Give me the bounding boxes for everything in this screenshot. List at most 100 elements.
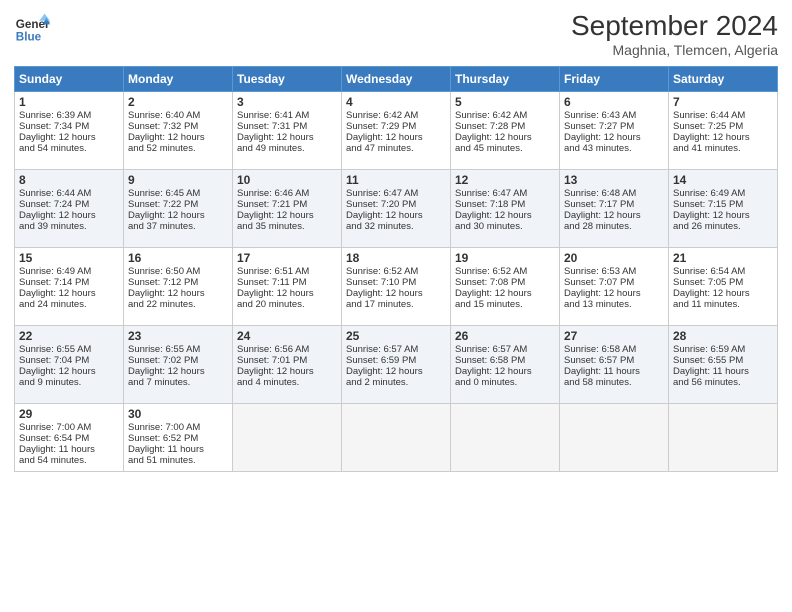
header-row: Sunday Monday Tuesday Wednesday Thursday… — [15, 67, 778, 92]
day-number: 20 — [564, 251, 664, 265]
day-number: 8 — [19, 173, 119, 187]
table-row: 24Sunrise: 6:56 AMSunset: 7:01 PMDayligh… — [233, 326, 342, 404]
day-info: Sunset: 7:15 PM — [673, 199, 743, 210]
day-number: 23 — [128, 329, 228, 343]
table-row: 2Sunrise: 6:40 AMSunset: 7:32 PMDaylight… — [124, 92, 233, 170]
day-info: and 17 minutes. — [346, 299, 414, 310]
day-info: and 30 minutes. — [455, 221, 523, 232]
day-info: Sunset: 7:20 PM — [346, 199, 416, 210]
table-row: 29Sunrise: 7:00 AMSunset: 6:54 PMDayligh… — [15, 404, 124, 472]
table-row: 15Sunrise: 6:49 AMSunset: 7:14 PMDayligh… — [15, 248, 124, 326]
day-number: 17 — [237, 251, 337, 265]
day-info: Sunrise: 6:40 AM — [128, 110, 200, 121]
col-wednesday: Wednesday — [342, 67, 451, 92]
day-info: Daylight: 12 hours — [19, 288, 96, 299]
day-info: Daylight: 12 hours — [564, 132, 641, 143]
table-row: 27Sunrise: 6:58 AMSunset: 6:57 PMDayligh… — [560, 326, 669, 404]
table-row — [451, 404, 560, 472]
day-info: Sunrise: 6:44 AM — [19, 188, 91, 199]
day-info: Sunrise: 6:54 AM — [673, 266, 745, 277]
day-info: Sunrise: 6:52 AM — [455, 266, 527, 277]
col-tuesday: Tuesday — [233, 67, 342, 92]
day-info: and 20 minutes. — [237, 299, 305, 310]
day-info: and 26 minutes. — [673, 221, 741, 232]
day-number: 10 — [237, 173, 337, 187]
day-info: Sunrise: 7:00 AM — [128, 422, 200, 433]
day-number: 15 — [19, 251, 119, 265]
table-row: 22Sunrise: 6:55 AMSunset: 7:04 PMDayligh… — [15, 326, 124, 404]
day-info: Daylight: 12 hours — [673, 132, 750, 143]
day-info: Sunset: 7:08 PM — [455, 277, 525, 288]
table-row: 18Sunrise: 6:52 AMSunset: 7:10 PMDayligh… — [342, 248, 451, 326]
day-info: and 9 minutes. — [19, 377, 81, 388]
day-info: and 2 minutes. — [346, 377, 408, 388]
table-row — [342, 404, 451, 472]
day-info: Sunrise: 6:56 AM — [237, 344, 309, 355]
table-row: 20Sunrise: 6:53 AMSunset: 7:07 PMDayligh… — [560, 248, 669, 326]
day-info: and 15 minutes. — [455, 299, 523, 310]
day-info: and 24 minutes. — [19, 299, 87, 310]
day-info: Sunrise: 6:57 AM — [455, 344, 527, 355]
day-info: Sunrise: 6:51 AM — [237, 266, 309, 277]
day-info: Daylight: 12 hours — [346, 210, 423, 221]
day-number: 28 — [673, 329, 773, 343]
day-info: Sunset: 6:55 PM — [673, 355, 743, 366]
day-info: Sunset: 6:59 PM — [346, 355, 416, 366]
day-info: and 35 minutes. — [237, 221, 305, 232]
day-info: Sunset: 7:07 PM — [564, 277, 634, 288]
day-number: 12 — [455, 173, 555, 187]
table-row — [669, 404, 778, 472]
day-number: 30 — [128, 407, 228, 421]
day-info: Daylight: 12 hours — [237, 288, 314, 299]
day-info: and 0 minutes. — [455, 377, 517, 388]
day-info: and 52 minutes. — [128, 143, 196, 154]
day-info: and 13 minutes. — [564, 299, 632, 310]
day-info: Sunrise: 6:44 AM — [673, 110, 745, 121]
day-info: Daylight: 12 hours — [237, 132, 314, 143]
day-info: Sunrise: 6:41 AM — [237, 110, 309, 121]
day-info: Daylight: 11 hours — [19, 444, 95, 455]
table-row: 9Sunrise: 6:45 AMSunset: 7:22 PMDaylight… — [124, 170, 233, 248]
day-info: Sunset: 7:11 PM — [237, 277, 307, 288]
day-info: Sunrise: 6:55 AM — [128, 344, 200, 355]
table-row: 5Sunrise: 6:42 AMSunset: 7:28 PMDaylight… — [451, 92, 560, 170]
table-row — [233, 404, 342, 472]
table-row: 23Sunrise: 6:55 AMSunset: 7:02 PMDayligh… — [124, 326, 233, 404]
header: General Blue September 2024 Maghnia, Tle… — [14, 10, 778, 58]
day-info: and 45 minutes. — [455, 143, 523, 154]
col-thursday: Thursday — [451, 67, 560, 92]
day-info: Sunrise: 6:47 AM — [455, 188, 527, 199]
day-info: Sunrise: 6:52 AM — [346, 266, 418, 277]
table-row: 12Sunrise: 6:47 AMSunset: 7:18 PMDayligh… — [451, 170, 560, 248]
day-info: Sunset: 7:05 PM — [673, 277, 743, 288]
day-info: Daylight: 12 hours — [19, 210, 96, 221]
day-info: Sunset: 7:14 PM — [19, 277, 89, 288]
day-info: Sunrise: 6:59 AM — [673, 344, 745, 355]
table-row: 21Sunrise: 6:54 AMSunset: 7:05 PMDayligh… — [669, 248, 778, 326]
day-info: Sunrise: 6:45 AM — [128, 188, 200, 199]
day-info: Daylight: 12 hours — [564, 210, 641, 221]
table-row: 3Sunrise: 6:41 AMSunset: 7:31 PMDaylight… — [233, 92, 342, 170]
day-number: 24 — [237, 329, 337, 343]
day-number: 26 — [455, 329, 555, 343]
day-info: Daylight: 12 hours — [128, 210, 205, 221]
day-number: 29 — [19, 407, 119, 421]
day-number: 16 — [128, 251, 228, 265]
day-info: Daylight: 11 hours — [673, 366, 749, 377]
day-info: and 58 minutes. — [564, 377, 632, 388]
day-info: Daylight: 12 hours — [346, 366, 423, 377]
day-info: Sunset: 7:24 PM — [19, 199, 89, 210]
day-info: Sunset: 7:01 PM — [237, 355, 307, 366]
day-number: 7 — [673, 95, 773, 109]
day-info: Daylight: 12 hours — [564, 288, 641, 299]
day-info: Daylight: 12 hours — [128, 288, 205, 299]
day-number: 22 — [19, 329, 119, 343]
day-number: 1 — [19, 95, 119, 109]
day-info: Sunset: 7:21 PM — [237, 199, 307, 210]
day-info: Daylight: 12 hours — [19, 366, 96, 377]
day-info: Sunrise: 6:43 AM — [564, 110, 636, 121]
day-number: 25 — [346, 329, 446, 343]
day-info: Daylight: 12 hours — [455, 132, 532, 143]
day-info: Daylight: 11 hours — [564, 366, 640, 377]
table-row: 7Sunrise: 6:44 AMSunset: 7:25 PMDaylight… — [669, 92, 778, 170]
